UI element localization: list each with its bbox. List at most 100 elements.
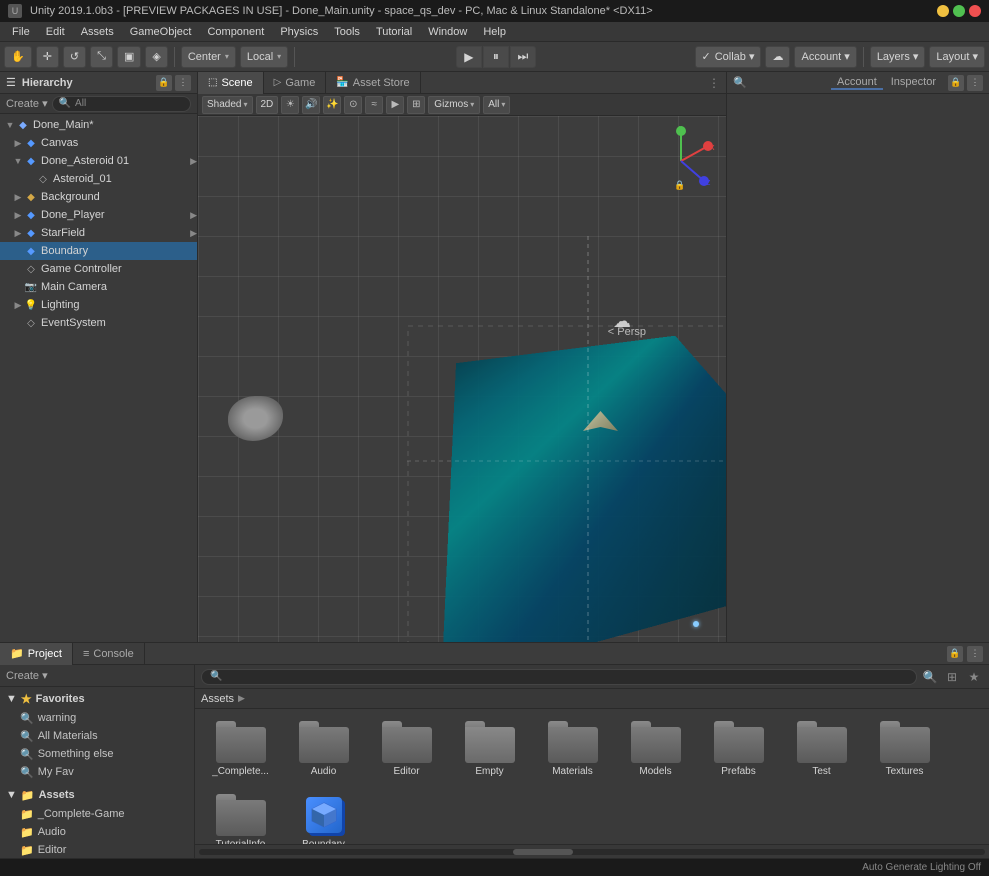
file-tutorialinfo[interactable]: TutorialInfo xyxy=(203,790,278,844)
hier-lighting[interactable]: ▶ 💡 Lighting xyxy=(0,296,197,314)
all-dropdown[interactable]: All ▾ xyxy=(483,96,510,114)
layers-dropdown[interactable]: Layers ▾ xyxy=(870,46,926,68)
file-test[interactable]: Test xyxy=(784,717,859,782)
inspector-tab[interactable]: Inspector xyxy=(885,76,942,90)
project-menu-icon[interactable]: ⋮ xyxy=(967,646,983,662)
hierarchy-create-button[interactable]: Create ▾ xyxy=(6,97,48,110)
background-icon: ◆ xyxy=(24,190,38,204)
hier-done-main[interactable]: ▼ ◆ Done_Main* xyxy=(0,116,197,134)
step-button[interactable]: ⏭ xyxy=(510,46,536,68)
menu-physics[interactable]: Physics xyxy=(272,24,326,40)
layout-dropdown[interactable]: Layout ▾ xyxy=(929,46,985,68)
tool-scale[interactable]: ⤡ xyxy=(90,46,113,68)
tab-project[interactable]: 📁 Project xyxy=(0,643,73,665)
collab-dropdown[interactable]: ✓ Collab ▾ xyxy=(695,46,762,68)
tool-rotate[interactable]: ↺ xyxy=(63,46,86,68)
account-dropdown[interactable]: Account ▾ xyxy=(794,46,856,68)
favorites-header[interactable]: ▼ ★ Favorites xyxy=(0,689,194,709)
project-lock-icon[interactable]: 🔒 xyxy=(947,646,963,662)
project-filter-btn[interactable]: 🔍 xyxy=(921,668,939,686)
scrollbar-thumb[interactable] xyxy=(513,849,573,855)
scene-viewport[interactable]: ☁ < Persp y x xyxy=(198,116,726,642)
close-button[interactable] xyxy=(969,5,981,17)
hier-asteroid[interactable]: ▼ ◆ Done_Asteroid 01 ▶ xyxy=(0,152,197,170)
project-sort-btn[interactable]: ⊞ xyxy=(943,668,961,686)
project-create-button[interactable]: Create ▾ xyxy=(6,669,48,682)
sidebar-item-warning[interactable]: 🔍 warning xyxy=(0,709,194,727)
scene-fx-btn[interactable]: ✨ xyxy=(323,96,341,114)
assets-folder-header[interactable]: ▼ 📁 Assets xyxy=(0,785,194,805)
tool-hand[interactable]: ✋ xyxy=(4,46,32,68)
project-star-btn[interactable]: ★ xyxy=(965,668,983,686)
hier-main-camera[interactable]: 📷 Main Camera xyxy=(0,278,197,296)
sidebar-assets-complete-game[interactable]: 📁 _Complete-Game xyxy=(0,805,194,823)
file-editor[interactable]: Editor xyxy=(369,717,444,782)
file-empty[interactable]: Empty xyxy=(452,717,527,782)
scene-light-btn[interactable]: ☀ xyxy=(281,96,299,114)
menu-edit[interactable]: Edit xyxy=(38,24,73,40)
inspector-lock-icon[interactable]: 🔒 xyxy=(948,75,964,91)
sidebar-item-all-materials[interactable]: 🔍 All Materials xyxy=(0,727,194,745)
menu-file[interactable]: File xyxy=(4,24,38,40)
inspector-menu-icon[interactable]: ⋮ xyxy=(967,75,983,91)
sidebar-assets-editor[interactable]: 📁 Editor xyxy=(0,841,194,858)
shading-dropdown[interactable]: Shaded ▾ xyxy=(202,96,253,114)
gizmos-dropdown[interactable]: Gizmos ▾ xyxy=(428,96,480,114)
file-complete-game[interactable]: _Complete... xyxy=(203,717,278,782)
center-dropdown[interactable]: Center ▾ xyxy=(181,46,236,68)
account-tab[interactable]: Account xyxy=(831,76,883,90)
menu-help[interactable]: Help xyxy=(475,24,514,40)
hier-background[interactable]: ▶ ◆ Background xyxy=(0,188,197,206)
menu-assets[interactable]: Assets xyxy=(73,24,122,40)
sidebar-assets-audio[interactable]: 📁 Audio xyxy=(0,823,194,841)
tab-console[interactable]: ≡ Console xyxy=(73,643,145,665)
hier-boundary[interactable]: ◆ Boundary xyxy=(0,242,197,260)
minimize-button[interactable] xyxy=(937,5,949,17)
cloud-button[interactable]: ☁ xyxy=(765,46,790,68)
file-textures[interactable]: Textures xyxy=(867,717,942,782)
hier-eventsystem[interactable]: ◇ EventSystem xyxy=(0,314,197,332)
sidebar-item-my-fav[interactable]: 🔍 My Fav xyxy=(0,763,194,781)
tool-move[interactable]: ✛ xyxy=(36,46,59,68)
menu-tutorial[interactable]: Tutorial xyxy=(368,24,420,40)
hier-asteroid-01[interactable]: ◇ Asteroid_01 xyxy=(0,170,197,188)
file-boundary[interactable]: Boundary xyxy=(286,790,361,844)
file-materials[interactable]: Materials xyxy=(535,717,610,782)
scene-anim-btn[interactable]: ▶ xyxy=(386,96,404,114)
ship-engine-dot xyxy=(693,621,699,627)
tab-scene[interactable]: ⬚ Scene xyxy=(198,72,264,94)
menu-gameobject[interactable]: GameObject xyxy=(122,24,200,40)
asset-store-tab-icon: 🏪 xyxy=(336,77,348,88)
menu-component[interactable]: Component xyxy=(199,24,272,40)
scene-skybox-btn[interactable]: ⊙ xyxy=(344,96,362,114)
tab-game[interactable]: ▷ Game xyxy=(264,72,327,94)
hier-game-controller[interactable]: ◇ Game Controller xyxy=(0,260,197,278)
dimension-dropdown[interactable]: 2D xyxy=(256,96,279,114)
pause-button[interactable]: ⏸ xyxy=(483,46,509,68)
file-prefabs[interactable]: Prefabs xyxy=(701,717,776,782)
file-audio[interactable]: Audio xyxy=(286,717,361,782)
tool-transform[interactable]: ◈ xyxy=(145,46,167,68)
play-button[interactable]: ▶ xyxy=(456,46,482,68)
scene-fog-btn[interactable]: ≈ xyxy=(365,96,383,114)
sidebar-item-something-else[interactable]: 🔍 Something else xyxy=(0,745,194,763)
tab-asset-store[interactable]: 🏪 Asset Store xyxy=(326,72,420,94)
menu-window[interactable]: Window xyxy=(420,24,475,40)
hier-canvas[interactable]: ▶ ◆ Canvas xyxy=(0,134,197,152)
project-search[interactable]: 🔍 xyxy=(201,669,917,685)
local-dropdown[interactable]: Local ▾ xyxy=(240,46,288,68)
hierarchy-lock-icon[interactable]: 🔒 xyxy=(156,75,172,91)
hierarchy-menu-icon[interactable]: ⋮ xyxy=(175,75,191,91)
file-models[interactable]: Models xyxy=(618,717,693,782)
maximize-button[interactable] xyxy=(953,5,965,17)
hier-starfield[interactable]: ▶ ◆ StarField ▶ xyxy=(0,224,197,242)
tabs-menu-button[interactable]: ⋮ xyxy=(702,76,726,90)
hierarchy-search[interactable]: 🔍 All xyxy=(52,96,191,112)
tool-rect[interactable]: ▣ xyxy=(117,46,141,68)
hier-player[interactable]: ▶ ◆ Done_Player ▶ xyxy=(0,206,197,224)
scrollbar-track[interactable] xyxy=(199,849,985,855)
menu-tools[interactable]: Tools xyxy=(326,24,368,40)
window-title: Unity 2019.1.0b3 - [PREVIEW PACKAGES IN … xyxy=(30,5,929,17)
scene-nav-btn[interactable]: ⊞ xyxy=(407,96,425,114)
scene-audio-btn[interactable]: 🔊 xyxy=(302,96,320,114)
